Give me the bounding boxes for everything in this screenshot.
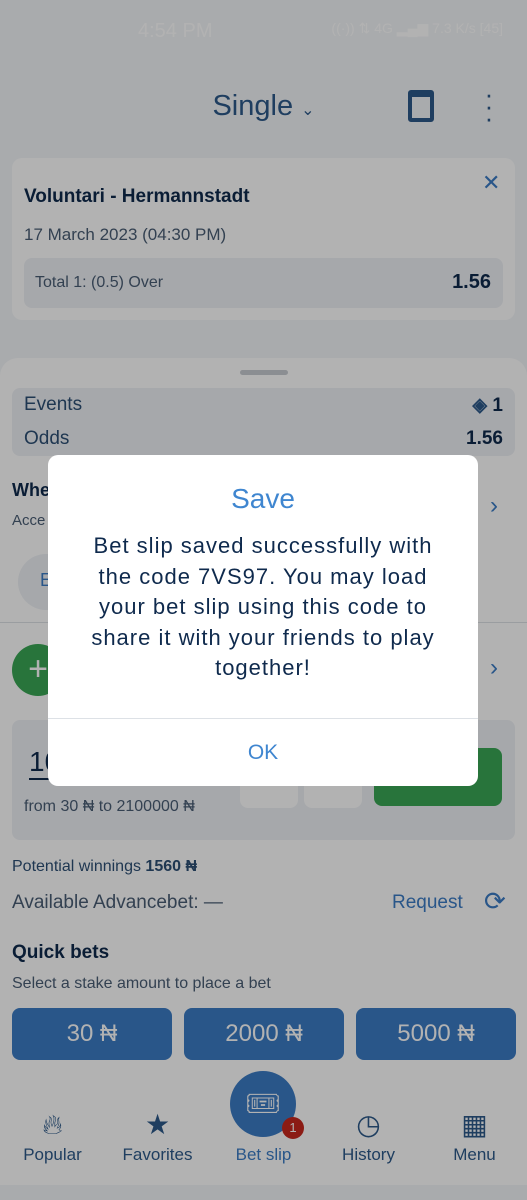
ok-button[interactable]: OK	[48, 719, 478, 786]
dialog-title: Save	[231, 483, 295, 514]
save-dialog: Save Bet slip saved successfully with th…	[48, 455, 478, 786]
dialog-message: Bet slip saved successfully with the cod…	[91, 533, 435, 680]
